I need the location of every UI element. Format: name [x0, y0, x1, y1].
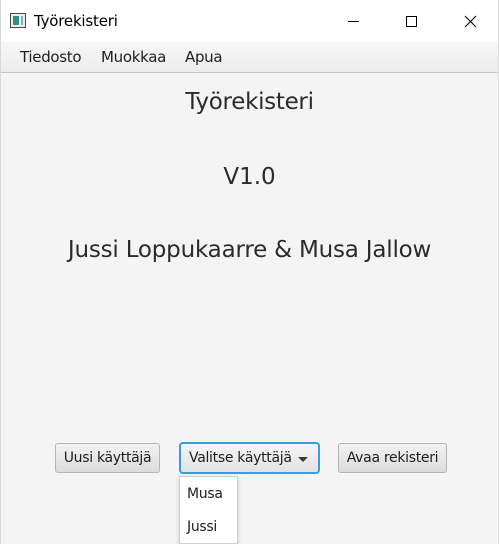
- menu-item-muokkaa[interactable]: Muokkaa: [101, 48, 166, 66]
- close-button[interactable]: [441, 0, 499, 42]
- dropdown-option-musa[interactable]: Musa: [187, 486, 223, 502]
- select-user-label: Valitse käyttäjä: [189, 450, 292, 466]
- maximize-icon: [406, 16, 417, 27]
- chevron-down-icon: [298, 457, 308, 462]
- user-dropdown-list: Musa Jussi: [179, 476, 238, 544]
- version-label: V1.0: [223, 164, 276, 190]
- window-app-icon: [10, 13, 26, 28]
- menu-item-apua[interactable]: Apua: [185, 48, 223, 66]
- dropdown-option-jussi[interactable]: Jussi: [187, 519, 217, 535]
- open-register-button[interactable]: Avaa rekisteri: [338, 443, 447, 473]
- authors-label: Jussi Loppukaarre & Musa Jallow: [67, 237, 432, 263]
- title-bar[interactable]: Työrekisteri: [1, 0, 498, 42]
- menu-item-tiedosto[interactable]: Tiedosto: [20, 48, 82, 66]
- close-icon: [464, 15, 477, 28]
- app-window: Työrekisteri Tiedosto Muokkaa Apua Työre…: [0, 0, 499, 544]
- window-title: Työrekisteri: [34, 12, 118, 30]
- maximize-button[interactable]: [383, 0, 441, 42]
- minimize-button[interactable]: [325, 0, 383, 42]
- new-user-button[interactable]: Uusi käyttäjä: [55, 443, 160, 473]
- app-heading: Työrekisteri: [185, 89, 314, 115]
- select-user-combobox[interactable]: Valitse käyttäjä: [179, 442, 320, 474]
- menu-bar: Tiedosto Muokkaa Apua: [1, 42, 498, 73]
- minimize-icon: [348, 21, 359, 22]
